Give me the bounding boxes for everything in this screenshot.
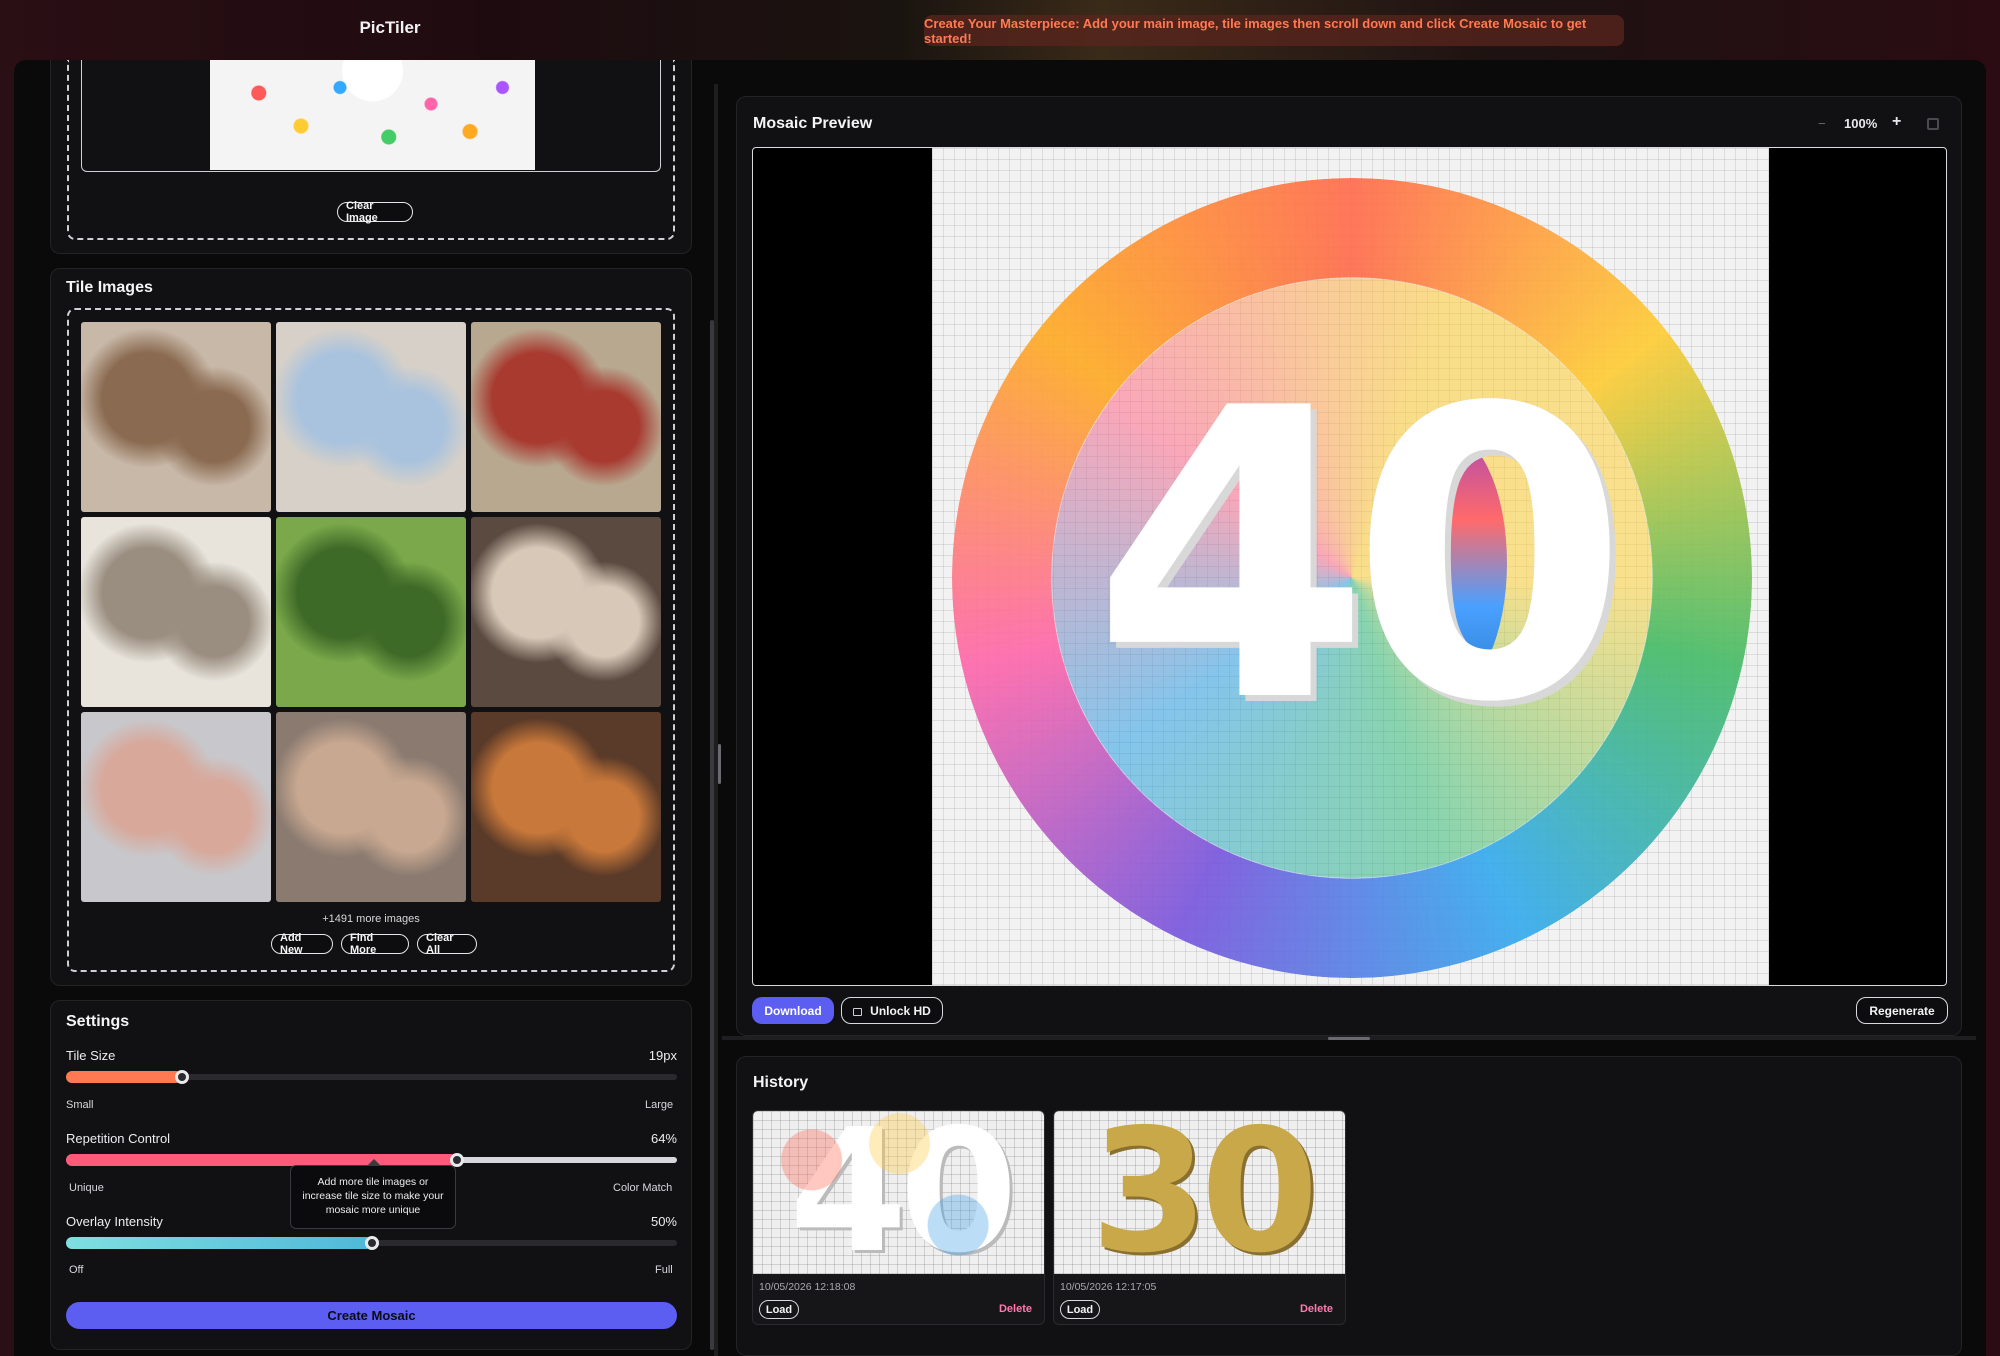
history-date: 10/05/2026 12:18:08 <box>759 1281 856 1293</box>
tile-size-handle[interactable] <box>175 1070 189 1084</box>
info-banner: Create Your Masterpiece: Add your main i… <box>924 15 1624 46</box>
tile-size-min-label: Small <box>66 1099 94 1111</box>
history-thumbnail[interactable]: 30 <box>1054 1111 1345 1274</box>
zoom-out-button[interactable]: − <box>1818 116 1826 131</box>
tile-images-title: Tile Images <box>66 279 153 296</box>
settings-title: Settings <box>66 1013 130 1030</box>
column-divider[interactable] <box>714 84 718 1356</box>
regenerate-button[interactable]: Regenerate <box>1856 997 1948 1024</box>
zoom-in-button[interactable]: + <box>1892 113 1901 131</box>
lock-icon <box>853 1007 863 1016</box>
find-more-button[interactable]: Find More <box>341 932 409 956</box>
history-delete-button[interactable]: Delete <box>1300 1303 1333 1315</box>
overlay-value: 50% <box>650 1214 677 1229</box>
overlay-handle[interactable] <box>365 1236 379 1250</box>
more-images-count: +1491 more images <box>322 913 420 925</box>
top-bar: PicTiler Create Your Masterpiece: Add yo… <box>0 0 2000 60</box>
mother-child-photo[interactable] <box>471 517 661 707</box>
repetition-tooltip: Add more tile images or increase tile si… <box>290 1159 456 1229</box>
fullscreen-icon[interactable] <box>1927 118 1939 130</box>
unlock-hd-label: Unlock HD <box>870 1003 931 1018</box>
history-item[interactable]: 40 10/05/2026 12:18:08 Load Delete <box>752 1110 1045 1325</box>
repetition-max-label: Color Match <box>613 1182 673 1194</box>
overlay-slider[interactable] <box>66 1236 677 1250</box>
tile-images-card: Tile Images +1491 more images Add New Fi… <box>50 268 692 986</box>
mosaic-preview-title: Mosaic Preview <box>753 115 873 132</box>
overlay-fill <box>66 1237 372 1249</box>
overlay-max-label: Full <box>655 1264 673 1276</box>
column-resize-grip[interactable] <box>718 744 721 784</box>
app-brand[interactable]: PicTiler <box>330 18 450 38</box>
add-new-button[interactable]: Add New <box>271 932 333 956</box>
kids-party-photo[interactable] <box>471 322 661 512</box>
overlay-label: Overlay Intensity <box>66 1214 163 1229</box>
repetition-label: Repetition Control <box>66 1131 171 1146</box>
history-load-button[interactable]: Load <box>759 1300 799 1319</box>
tile-size-fill <box>66 1071 182 1083</box>
grandparents-photo[interactable] <box>276 322 466 512</box>
unlock-hd-button[interactable]: Unlock HD <box>841 997 943 1024</box>
history-title: History <box>753 1074 809 1091</box>
history-load-button[interactable]: Load <box>1060 1300 1100 1319</box>
clear-all-button[interactable]: Clear All <box>417 932 477 956</box>
repetition-min-label: Unique <box>69 1182 104 1194</box>
father-daughter-photo[interactable] <box>81 517 271 707</box>
history-thumbnail[interactable]: 40 <box>753 1111 1044 1274</box>
mosaic-number: 40 <box>1092 325 1629 790</box>
tile-images-dropzone[interactable]: +1491 more images Add New Find More Clea… <box>67 308 675 972</box>
kids-in-park-photo[interactable] <box>276 517 466 707</box>
row-resize-grip[interactable] <box>1328 1037 1370 1040</box>
left-scrollbar-thumb[interactable] <box>710 320 714 1350</box>
overlay-min-label: Off <box>69 1264 84 1276</box>
main-image-dropzone[interactable]: Clear Image <box>67 60 675 240</box>
baby-hands-photo[interactable] <box>81 712 271 902</box>
tile-size-value: 19px <box>648 1048 677 1063</box>
tile-size-slider[interactable] <box>66 1070 677 1084</box>
zoom-level: 100% <box>1844 116 1878 131</box>
older-couple-photo[interactable] <box>471 712 661 902</box>
history-item[interactable]: 30 10/05/2026 12:17:05 Load Delete <box>1053 1110 1346 1325</box>
family-playing-photo[interactable] <box>81 322 271 512</box>
history-delete-button[interactable]: Delete <box>999 1303 1032 1315</box>
mosaic-image: 40 <box>932 148 1769 985</box>
main-image-preview <box>210 60 535 170</box>
history-thumb-number: 30 <box>1090 1111 1319 1274</box>
create-mosaic-button[interactable]: Create Mosaic <box>66 1302 677 1329</box>
main-image-frame <box>81 60 661 172</box>
download-button[interactable]: Download <box>752 997 834 1024</box>
tile-size-max-label: Large <box>645 1099 674 1111</box>
repetition-value: 64% <box>650 1131 677 1146</box>
father-newborn-photo[interactable] <box>276 712 466 902</box>
mosaic-canvas[interactable]: 40 <box>752 147 1947 986</box>
history-date: 10/05/2026 12:17:05 <box>1060 1281 1157 1293</box>
clear-image-button[interactable]: Clear Image <box>337 200 413 224</box>
tile-size-label: Tile Size <box>66 1048 116 1063</box>
main-image-card: Clear Image <box>50 60 692 254</box>
history-thumb-colors <box>753 1111 1044 1274</box>
tile-grid <box>81 322 665 906</box>
